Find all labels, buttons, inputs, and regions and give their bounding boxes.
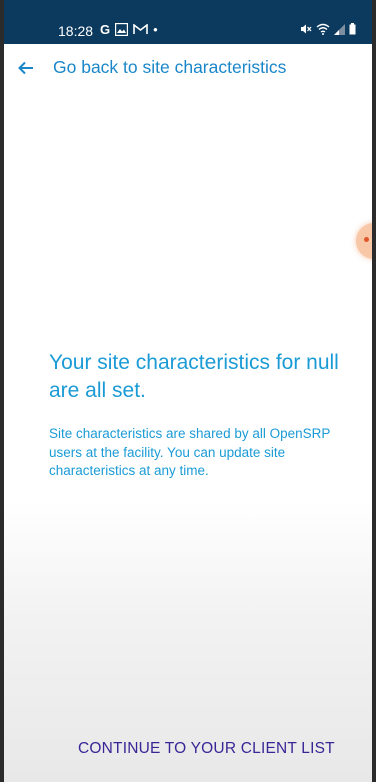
dot-icon: • (153, 21, 158, 37)
page-title: Your site characteristics for null are a… (49, 351, 339, 402)
wifi-icon (316, 22, 330, 36)
bubble-dot-icon (364, 237, 369, 242)
back-to-site-characteristics-link[interactable]: Go back to site characteristics (53, 57, 286, 78)
status-time: 18:28 (58, 23, 94, 39)
status-bar: 18:28 G • (4, 0, 372, 44)
app-screen: 18:28 G • Go back to site characteristic… (4, 0, 372, 782)
gmail-icon (133, 22, 148, 36)
back-arrow-icon[interactable] (16, 58, 36, 78)
gallery-icon (115, 22, 129, 36)
battery-icon (349, 22, 356, 36)
floating-bubble[interactable] (356, 223, 372, 259)
mute-icon (300, 22, 312, 36)
continue-to-client-list-button[interactable]: CONTINUE TO YOUR CLIENT LIST (78, 740, 335, 758)
top-bar: Go back to site characteristics (4, 44, 372, 92)
info-text: Site characteristics are shared by all O… (49, 426, 331, 478)
signal-icon (334, 22, 345, 36)
status-system-icons (300, 22, 356, 36)
google-icon: G (100, 21, 111, 37)
status-notification-icons: G • (100, 21, 158, 37)
